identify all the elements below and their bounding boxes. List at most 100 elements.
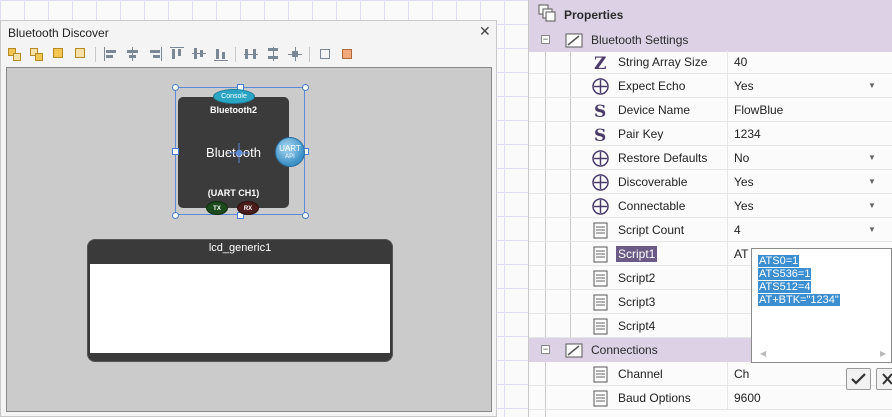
lcd-screen — [90, 264, 390, 353]
uart-sub-label: API — [285, 154, 295, 160]
properties-icon — [538, 4, 556, 22]
component-channel: (UART CH1) — [207, 188, 260, 198]
property-row[interactable]: S Pair Key 1234 — [529, 122, 892, 146]
list-icon — [592, 318, 609, 335]
uart-api-badge[interactable]: UART API — [275, 137, 305, 167]
align-right-icon[interactable] — [147, 46, 163, 62]
column-divider — [727, 194, 728, 218]
property-name: Device Name — [618, 103, 691, 117]
property-row[interactable]: Discoverable Yes ▼ — [529, 170, 892, 194]
resize-handle[interactable] — [302, 84, 309, 91]
collapse-icon[interactable]: − — [541, 35, 550, 44]
property-row[interactable]: Z String Array Size 40 — [529, 50, 892, 74]
property-value[interactable]: Ch — [734, 367, 749, 381]
property-value[interactable]: Yes — [734, 175, 754, 189]
column-divider — [727, 242, 728, 266]
property-row[interactable]: Baud Options 9600 — [529, 386, 892, 410]
property-row[interactable]: Connectable Yes ▼ — [529, 194, 892, 218]
resize-handle[interactable] — [172, 212, 179, 219]
fit-size-icon[interactable] — [317, 46, 333, 62]
resize-handle[interactable] — [302, 212, 309, 219]
property-row[interactable]: S Device Name FlowBlue — [529, 98, 892, 122]
collapse-icon[interactable]: − — [541, 345, 550, 354]
property-row[interactable]: Channel Ch — [529, 362, 892, 386]
console-badge[interactable]: Console — [213, 89, 255, 104]
column-divider — [727, 362, 728, 386]
cancel-button[interactable] — [876, 368, 892, 390]
dropdown-arrow-icon[interactable]: ▼ — [863, 150, 881, 166]
property-name: Script1 — [616, 246, 658, 262]
property-value[interactable]: FlowBlue — [734, 103, 783, 117]
settings-category-icon — [565, 33, 583, 48]
property-value[interactable]: 4 — [734, 223, 741, 237]
align-middle-icon[interactable] — [191, 46, 207, 62]
scroll-right-icon[interactable]: ▶ — [880, 349, 886, 358]
column-divider — [727, 386, 728, 410]
script-editor[interactable]: ATS0=1 ATS536=1 ATS512=4 AT+BTK="1234" ◀ ▶ — [751, 248, 892, 363]
property-value[interactable]: No — [734, 151, 749, 165]
bring-front-icon[interactable] — [51, 46, 67, 62]
scroll-left-icon[interactable]: ◀ — [760, 349, 766, 358]
design-canvas[interactable]: Console Bluetooth2 Bluetooth UART API (U… — [6, 67, 492, 412]
column-divider — [727, 290, 728, 314]
column-divider — [727, 74, 728, 98]
column-divider — [727, 146, 728, 170]
property-name: Connectable — [618, 199, 686, 213]
tx-pin[interactable]: TX — [206, 201, 228, 215]
align-bottom-icon[interactable] — [213, 46, 229, 62]
property-value[interactable]: 1234 — [734, 127, 761, 141]
property-name: Pair Key — [618, 127, 664, 141]
align-center-icon[interactable] — [125, 46, 141, 62]
property-value[interactable]: 9600 — [734, 391, 761, 405]
confirm-button[interactable] — [846, 368, 871, 390]
lcd-name: lcd_generic1 — [208, 242, 272, 254]
property-row[interactable]: Restore Defaults No ▼ — [529, 146, 892, 170]
panel-title: Bluetooth Discover — [8, 26, 109, 40]
string-icon: S — [592, 102, 609, 122]
close-icon[interactable]: ✕ — [479, 23, 491, 40]
dropdown-arrow-icon[interactable]: ▼ — [863, 78, 881, 94]
bluetooth-discover-panel: Bluetooth Discover ✕ Console Bluetooth2 … — [0, 20, 497, 417]
column-divider — [727, 50, 728, 74]
property-name: Expect Echo — [618, 79, 686, 93]
property-value[interactable]: Yes — [734, 199, 754, 213]
dropdown-arrow-icon[interactable]: ▼ — [863, 174, 881, 190]
script-line: ATS0=1 — [758, 255, 800, 267]
boolean-icon — [592, 78, 609, 95]
category-label: Bluetooth Settings — [591, 33, 689, 47]
property-value[interactable]: AT — [734, 247, 748, 261]
dropdown-arrow-icon[interactable]: ▼ — [863, 198, 881, 214]
align-top-icon[interactable] — [169, 46, 185, 62]
list-icon — [592, 270, 609, 287]
resize-icon[interactable] — [339, 46, 355, 62]
uart-label: UART — [279, 144, 301, 153]
column-divider — [727, 170, 728, 194]
property-row[interactable]: Expect Echo Yes ▼ — [529, 74, 892, 98]
select-items-icon[interactable] — [7, 46, 23, 62]
send-back-icon[interactable] — [73, 46, 89, 62]
distribute-center-icon[interactable] — [287, 46, 303, 62]
property-row[interactable]: Script Count 4 ▼ — [529, 218, 892, 242]
align-left-icon[interactable] — [103, 46, 119, 62]
move-cross-icon[interactable] — [227, 141, 251, 165]
svg-text:Z: Z — [594, 54, 606, 71]
script-line: ATS512=4 — [758, 281, 812, 293]
property-value[interactable]: Yes — [734, 79, 754, 93]
resize-handle[interactable] — [172, 84, 179, 91]
cross-icon — [882, 373, 892, 385]
distribute-vertical-icon[interactable] — [265, 46, 281, 62]
distribute-horizontal-icon[interactable] — [243, 46, 259, 62]
property-name: Baud Options — [618, 391, 691, 405]
script-line: ATS536=1 — [758, 268, 812, 280]
list-icon — [592, 294, 609, 311]
group-icon[interactable] — [29, 46, 45, 62]
svg-text:S: S — [594, 126, 606, 143]
rx-pin[interactable]: RX — [237, 201, 259, 215]
property-value[interactable]: 40 — [734, 55, 747, 69]
dropdown-arrow-icon[interactable]: ▼ — [863, 222, 881, 238]
list-icon — [592, 222, 609, 239]
script-line: AT+BTK="1234" — [758, 294, 840, 306]
component-name: Bluetooth2 — [210, 105, 257, 115]
category-bluetooth-settings[interactable]: − Bluetooth Settings — [529, 28, 892, 52]
category-label: Connections — [591, 343, 658, 357]
